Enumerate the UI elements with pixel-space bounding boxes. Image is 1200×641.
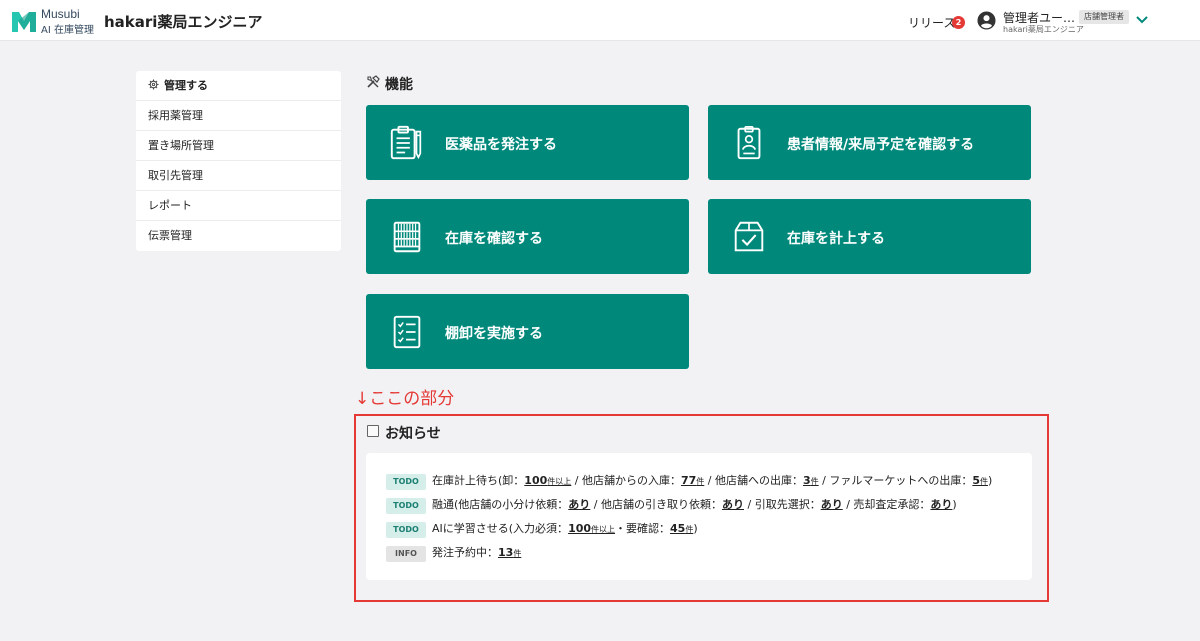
checklist-icon bbox=[393, 315, 421, 349]
todo-tag: TODO bbox=[386, 498, 426, 514]
notice-link[interactable]: 45 bbox=[670, 522, 685, 535]
patient-info-button[interactable]: 患者情報/来局予定を確認する bbox=[708, 105, 1031, 180]
notice-row: TODO AIに学習させる(入力必須：100件以上・要確認：45件) bbox=[386, 520, 698, 538]
musubi-logo-icon[interactable] bbox=[10, 8, 38, 34]
tools-icon bbox=[367, 75, 380, 88]
notice-link[interactable]: あり bbox=[930, 498, 952, 511]
user-store-name: hakari薬局エンジニア bbox=[1003, 25, 1084, 34]
sidebar-item-suppliers[interactable]: 取引先管理 bbox=[136, 161, 341, 191]
management-sidebar: 管理する 採用薬管理 置き場所管理 取引先管理 レポート 伝票管理 bbox=[136, 71, 341, 251]
account-icon[interactable] bbox=[977, 11, 996, 30]
notice-unit: 件以上 bbox=[547, 477, 572, 486]
sidebar-heading: 管理する bbox=[136, 71, 341, 101]
notice-text: 発注予約中： bbox=[432, 546, 498, 559]
notice-link[interactable]: あり bbox=[722, 498, 744, 511]
info-tag: INFO bbox=[386, 546, 426, 562]
box-check-icon bbox=[734, 221, 764, 252]
notice-row: TODO 融通(他店舗の小分け依頼：あり / 他店舗の引き取り依頼：あり / 引取… bbox=[386, 496, 957, 514]
notices-title: お知らせ bbox=[385, 426, 441, 442]
notice-unit: 件 bbox=[810, 477, 819, 486]
clipboard-pen-icon bbox=[390, 125, 422, 160]
order-drugs-label: 医薬品を発注する bbox=[445, 137, 557, 153]
patient-info-label: 患者情報/来局予定を確認する bbox=[787, 137, 975, 153]
notice-icon bbox=[367, 425, 379, 437]
notice-text: AIに学習させる(入力必須： bbox=[432, 522, 569, 535]
notice-row: INFO 発注予約中：13件 bbox=[386, 544, 521, 562]
notice-link[interactable]: あり bbox=[568, 498, 590, 511]
notice-text: / 他店舗の引き取り依頼： bbox=[590, 498, 722, 511]
notice-link[interactable]: 100 bbox=[524, 474, 547, 487]
record-stock-button[interactable]: 在庫を計上する bbox=[708, 199, 1031, 274]
shelf-icon bbox=[393, 221, 421, 253]
inventory-count-label: 棚卸を実施する bbox=[445, 326, 543, 342]
top-header: Musubi AI 在庫管理 hakari薬局エンジニア リリース 2 管理者ユ… bbox=[0, 0, 1200, 41]
sidebar-item-reports[interactable]: レポート bbox=[136, 191, 341, 221]
order-drugs-button[interactable]: 医薬品を発注する bbox=[366, 105, 689, 180]
notice-link[interactable]: 5 bbox=[972, 474, 980, 487]
notice-unit: 件 bbox=[513, 549, 522, 558]
logo-subtitle: AI 在庫管理 bbox=[41, 25, 94, 36]
notice-text: ) bbox=[952, 498, 957, 511]
sidebar-item-slips[interactable]: 伝票管理 bbox=[136, 221, 341, 251]
notice-link[interactable]: 100 bbox=[568, 522, 591, 535]
todo-tag: TODO bbox=[386, 522, 426, 538]
notice-text: / 他店舗への出庫： bbox=[704, 474, 803, 487]
role-badge: 店舗管理者 bbox=[1079, 10, 1129, 24]
notice-text: / ファルマーケットへの出庫： bbox=[818, 474, 973, 487]
gear-icon bbox=[148, 79, 159, 90]
notice-text: / 売却査定承認： bbox=[842, 498, 931, 511]
notice-text: 融通(他店舗の小分け依頼： bbox=[432, 498, 569, 511]
logo-name: Musubi bbox=[41, 7, 80, 21]
sidebar-title: 管理する bbox=[164, 79, 208, 92]
notice-unit: 件 bbox=[980, 477, 988, 486]
sidebar-item-storage-locations[interactable]: 置き場所管理 bbox=[136, 131, 341, 161]
features-title: 機能 bbox=[385, 77, 413, 93]
sidebar-item-adopted-drugs[interactable]: 採用薬管理 bbox=[136, 101, 341, 131]
todo-tag: TODO bbox=[386, 474, 426, 490]
check-stock-button[interactable]: 在庫を確認する bbox=[366, 199, 689, 274]
app-title: hakari薬局エンジニア bbox=[104, 13, 263, 31]
notice-text: ・要確認： bbox=[615, 522, 671, 535]
check-stock-label: 在庫を確認する bbox=[445, 231, 543, 247]
notice-link[interactable]: 13 bbox=[498, 546, 513, 559]
notice-text: 在庫計上待ち(卸： bbox=[432, 474, 525, 487]
notice-link[interactable]: あり bbox=[821, 498, 843, 511]
inventory-count-button[interactable]: 棚卸を実施する bbox=[366, 294, 689, 369]
notices-card: TODO 在庫計上待ち(卸：100件以上 / 他店舗からの入庫：77件 / 他店舗… bbox=[366, 453, 1032, 580]
notice-text: / 他店舗からの入庫： bbox=[571, 474, 681, 487]
notice-text: ) bbox=[988, 474, 993, 487]
notice-row: TODO 在庫計上待ち(卸：100件以上 / 他店舗からの入庫：77 件 / 他店舗… bbox=[386, 472, 992, 490]
chevron-down-icon[interactable] bbox=[1135, 14, 1149, 26]
release-count-badge: 2 bbox=[952, 16, 965, 29]
patient-badge-icon bbox=[737, 125, 761, 160]
record-stock-label: 在庫を計上する bbox=[787, 231, 885, 247]
notice-unit: 件以上 bbox=[591, 525, 616, 534]
notice-link[interactable]: 77 bbox=[681, 474, 696, 487]
notice-text: / 引取先選択： bbox=[744, 498, 821, 511]
notice-text: ) bbox=[693, 522, 698, 535]
release-link[interactable]: リリース bbox=[908, 14, 955, 31]
notice-link[interactable]: 3 bbox=[803, 474, 811, 487]
annotation-text: ↓ここの部分 bbox=[355, 389, 455, 409]
